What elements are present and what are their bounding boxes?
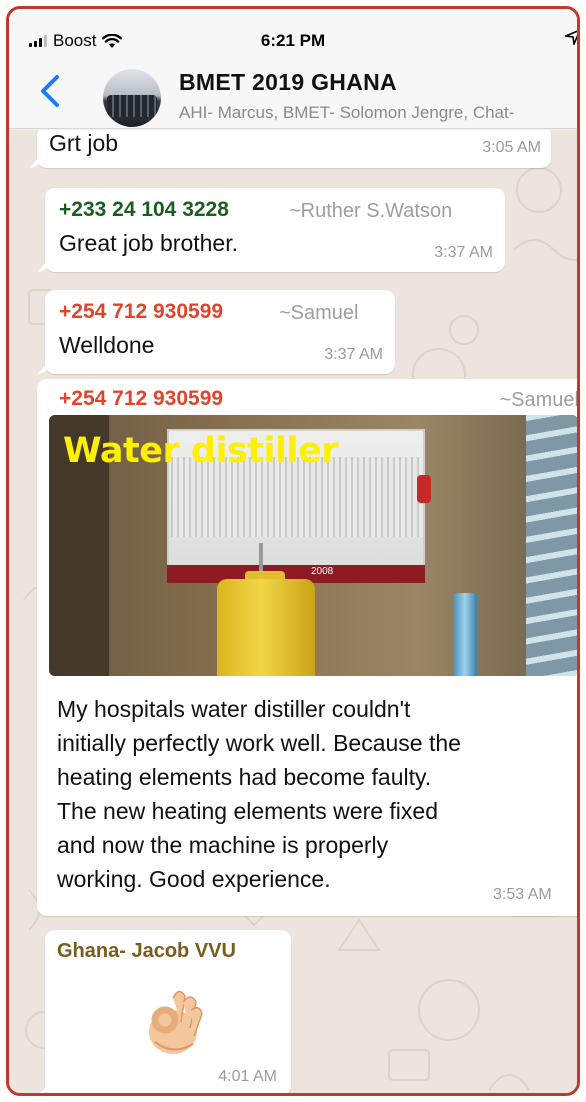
message-image[interactable]: 2008 Water distiller	[49, 415, 577, 676]
message-text: Grt job	[49, 130, 119, 156]
group-participants[interactable]: AHI- Marcus, BMET- Solomon Jengre, Chat-	[179, 103, 514, 123]
blue-filter	[453, 593, 477, 676]
message-text-line: The new heating elements were fixed	[57, 798, 438, 824]
message-bubble[interactable]: Grt job 3:05 AM	[37, 130, 551, 168]
message-time: 3:37 AM	[434, 244, 493, 261]
location-icon	[563, 29, 577, 50]
back-button[interactable]	[35, 71, 65, 111]
message-alias: ~Samuel	[279, 302, 359, 324]
message-text-line: and now the machine is properly	[57, 832, 389, 858]
chat-header: BMET 2019 GHANA AHI- Marcus, BMET- Solom…	[9, 53, 577, 129]
message-sender[interactable]: +254 712 930599	[59, 387, 223, 411]
distiller-label: 2008	[311, 566, 334, 577]
message-sender[interactable]: +254 712 930599	[59, 300, 223, 324]
ok-hand-emoji-icon	[149, 990, 203, 1054]
distiller-pipe	[259, 543, 263, 573]
message-text-line: heating elements had become faulty.	[57, 764, 432, 790]
message-sender[interactable]: +233 24 104 3228	[59, 198, 229, 222]
message-bubble[interactable]: +233 24 104 3228 ~Ruther S.Watson Great …	[45, 188, 505, 272]
yellow-container	[217, 579, 315, 676]
message-text-line: initially perfectly work well. Because t…	[57, 730, 461, 756]
red-valve	[417, 475, 431, 503]
message-time: 3:37 AM	[324, 346, 383, 363]
message-sender[interactable]: Ghana- Jacob VVU	[57, 940, 236, 963]
message-time: 4:01 AM	[218, 1068, 277, 1085]
phone-frame: Boost 6:21 PM BMET 2019 GHANA AHI- Marcu…	[6, 6, 580, 1096]
message-bubble[interactable]: +254 712 930599 ~Samuel Welldone 3:37 AM	[45, 290, 395, 374]
message-alias: ~Ruther S.Watson	[289, 200, 453, 222]
group-title[interactable]: BMET 2019 GHANA	[179, 69, 397, 96]
chat-area[interactable]: Grt job 3:05 AM +233 24 104 3228 ~Ruther…	[9, 130, 578, 1093]
message-text: Welldone	[59, 332, 155, 358]
window-louvres	[526, 415, 577, 676]
clock: 6:21 PM	[260, 31, 326, 50]
chevron-left-icon	[41, 75, 59, 107]
message-text-line: working. Good experience.	[57, 866, 331, 892]
image-caption: Water distiller	[63, 431, 339, 471]
group-avatar[interactable]	[103, 69, 161, 127]
message-text: Great job brother.	[59, 230, 238, 256]
message-alias: ~Samuel	[499, 389, 578, 411]
message-time: 3:05 AM	[482, 139, 541, 156]
status-bar: Boost 6:21 PM	[9, 9, 577, 53]
message-text-line: My hospitals water distiller couldn't	[57, 696, 411, 722]
message-time: 3:53 AM	[493, 886, 552, 903]
